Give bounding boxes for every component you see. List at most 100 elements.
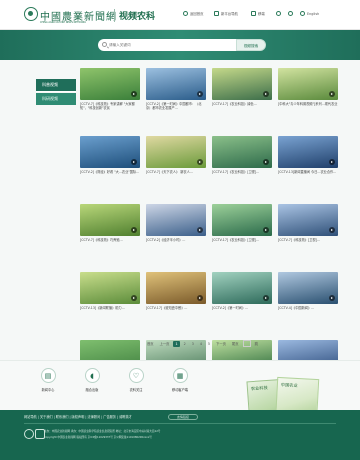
page-4[interactable]: 4 [198, 341, 204, 347]
video-title[interactable]: [CCTV-7]《天下农人》 新农人... [146, 170, 206, 192]
play-icon[interactable] [329, 227, 335, 233]
logo-icon[interactable] [24, 7, 38, 21]
play-icon[interactable] [131, 159, 137, 165]
nav-mobile[interactable]: 移端 [251, 11, 265, 16]
video-title[interactable]: [中科大"青少年科普视频"]系列...现代农业 [278, 102, 338, 124]
video-card[interactable]: [CCTV-7]《科技苑》巧养殖... [80, 204, 140, 264]
nav-home[interactable]: 返回首页 [183, 11, 204, 16]
page-1[interactable]: 1 [173, 340, 180, 347]
play-icon[interactable] [263, 159, 269, 165]
search-input[interactable] [109, 39, 233, 51]
sidebar-item-science-video[interactable]: 科普视频 [36, 79, 76, 91]
search-band: 视频搜索 [0, 30, 360, 60]
video-thumbnail[interactable] [146, 68, 206, 100]
video-thumbnail[interactable] [278, 204, 338, 236]
video-title[interactable]: [CCTV-7]《科技苑》专家讲解 "大家都知"，"科技创新"农民 [80, 102, 140, 124]
video-card[interactable]: [CCTV-17]《农业科技》[卫视]... [212, 204, 272, 264]
search-button[interactable]: 视频搜索 [236, 39, 266, 51]
play-icon[interactable] [131, 227, 137, 233]
search-icon [102, 42, 107, 47]
video-card[interactable]: [CCTV-13]《新闻联播》助力... [80, 272, 140, 332]
video-title[interactable]: [CCTV-2]《财经》好看 "大...农业"国际... [80, 170, 140, 192]
video-title[interactable]: [CCTV-2]《经济半小时》... [146, 238, 206, 260]
video-card[interactable]: [CCTV-17]《农业科技》绿色... [212, 68, 272, 128]
play-icon[interactable] [197, 159, 203, 165]
video-card[interactable]: [CCTV-7]《天下农人》 新农人... [146, 136, 206, 196]
video-thumbnail[interactable] [212, 272, 272, 304]
play-icon[interactable] [197, 91, 203, 97]
friend-links-select[interactable]: 友情链接 [168, 414, 198, 420]
video-title[interactable]: [CCTV-2]《第一时间》中国都市：（北京）都市农业发展产... [146, 102, 206, 124]
video-thumbnail[interactable] [278, 68, 338, 100]
play-icon[interactable] [263, 227, 269, 233]
page-first[interactable]: 首页 [145, 340, 156, 347]
video-card[interactable]: [CCTV-2]《第一时间》... [212, 272, 272, 332]
video-title[interactable]: [CCTV-13]《新闻联播》助力... [80, 306, 140, 328]
page-5[interactable]: 5 [206, 341, 212, 347]
play-icon[interactable] [263, 91, 269, 97]
video-card[interactable]: [中科大"青少年科普视频"]系列...现代农业 [278, 68, 338, 128]
video-thumbnail[interactable] [80, 204, 140, 236]
nav-platform[interactable]: 新平台导航 [214, 11, 238, 16]
page-goto-input[interactable] [242, 340, 251, 347]
play-icon[interactable] [263, 295, 269, 301]
video-title[interactable]: [CCTV-13]新闻直播间 今日...农业合作... [278, 170, 338, 192]
footer-news-center[interactable]: ▤ 新闻中心 [33, 368, 63, 392]
footer-copyright: Copyright 中国农业新闻网 版权所有 京ICP备11029337号 京公… [44, 436, 152, 439]
footer-mobile-client[interactable]: ▦ 移动客户端 [165, 368, 195, 392]
mobile-icon [251, 11, 256, 16]
video-card[interactable]: [CCTV-2]《第一时间》中国都市：（北京）都市农业发展产... [146, 68, 206, 128]
footer-follow[interactable]: ♡ 农科关注 [121, 368, 151, 392]
video-title[interactable]: [CCTV-7]《科技苑》巧养殖... [80, 238, 140, 260]
video-thumbnail[interactable] [80, 136, 140, 168]
video-title[interactable]: [CCTV-17]《农业科技》[卫视]... [212, 170, 272, 192]
page-3[interactable]: 3 [190, 341, 196, 347]
play-icon[interactable] [197, 295, 203, 301]
play-icon[interactable] [131, 91, 137, 97]
video-thumbnail[interactable] [212, 204, 272, 236]
video-thumbnail[interactable] [80, 272, 140, 304]
video-card[interactable]: [CCTV-2]《经济半小时》... [146, 204, 206, 264]
video-card[interactable]: [CCTV-17]《谁知盘中餐》... [146, 272, 206, 332]
page-2[interactable]: 2 [182, 341, 188, 347]
video-title[interactable]: [CCTV-17]《农业科技》[卫视]... [212, 238, 272, 260]
video-thumbnail[interactable] [146, 136, 206, 168]
video-title[interactable]: [CCTV-7]《科技苑》[卫视]... [278, 238, 338, 260]
footer-publishing[interactable]: ◖ 融合出版 [77, 368, 107, 392]
page-last[interactable]: 尾页 [230, 340, 241, 347]
footer-links[interactable]: 网站导航 | 关于我们 | 联系我们 | 版权声明 | 法律顾问 | 广告服务 … [24, 414, 132, 419]
play-icon[interactable] [329, 91, 335, 97]
play-icon[interactable] [131, 295, 137, 301]
video-thumbnail[interactable] [146, 272, 206, 304]
video-thumbnail[interactable] [278, 136, 338, 168]
play-icon[interactable] [197, 227, 203, 233]
video-thumbnail[interactable] [146, 204, 206, 236]
wechat-icon [288, 11, 293, 16]
video-title[interactable]: [CCTV-17]《农业科技》绿色... [212, 102, 272, 124]
sidebar-item-research-video[interactable]: 科研视频 [36, 93, 76, 105]
video-title[interactable]: [CCTV-4]《中国新闻》... [278, 306, 338, 328]
video-thumbnail[interactable] [212, 68, 272, 100]
video-title[interactable]: [CCTV-17]《谁知盘中餐》... [146, 306, 206, 328]
section-title[interactable]: 视频农科 [119, 9, 155, 22]
video-thumbnail[interactable] [278, 272, 338, 304]
page-prev[interactable]: 上一页 [158, 340, 172, 347]
video-card[interactable]: [CCTV-2]《财经》好看 "大...农业"国际... [80, 136, 140, 196]
nav-english[interactable]: English [300, 11, 319, 16]
page-goto-button[interactable]: 跳 [253, 340, 260, 347]
nav-wechat[interactable] [288, 11, 293, 16]
video-card[interactable]: [CCTV-7]《科技苑》[卫视]... [278, 204, 338, 264]
search-box[interactable] [98, 39, 236, 51]
page-next[interactable]: 下一页 [214, 340, 228, 347]
play-icon[interactable] [329, 295, 335, 301]
footer-mobile-label: 移动客户端 [172, 388, 188, 392]
video-card[interactable]: [CCTV-17]《农业科技》[卫视]... [212, 136, 272, 196]
video-title[interactable]: [CCTV-2]《第一时间》... [212, 306, 272, 328]
video-card[interactable]: [CCTV-4]《中国新闻》... [278, 272, 338, 332]
video-thumbnail[interactable] [212, 136, 272, 168]
video-thumbnail[interactable] [80, 68, 140, 100]
video-card[interactable]: [CCTV-7]《科技苑》专家讲解 "大家都知"，"科技创新"农民 [80, 68, 140, 128]
nav-weibo[interactable] [276, 11, 281, 16]
play-icon[interactable] [329, 159, 335, 165]
video-card[interactable]: [CCTV-13]新闻直播间 今日...农业合作... [278, 136, 338, 196]
